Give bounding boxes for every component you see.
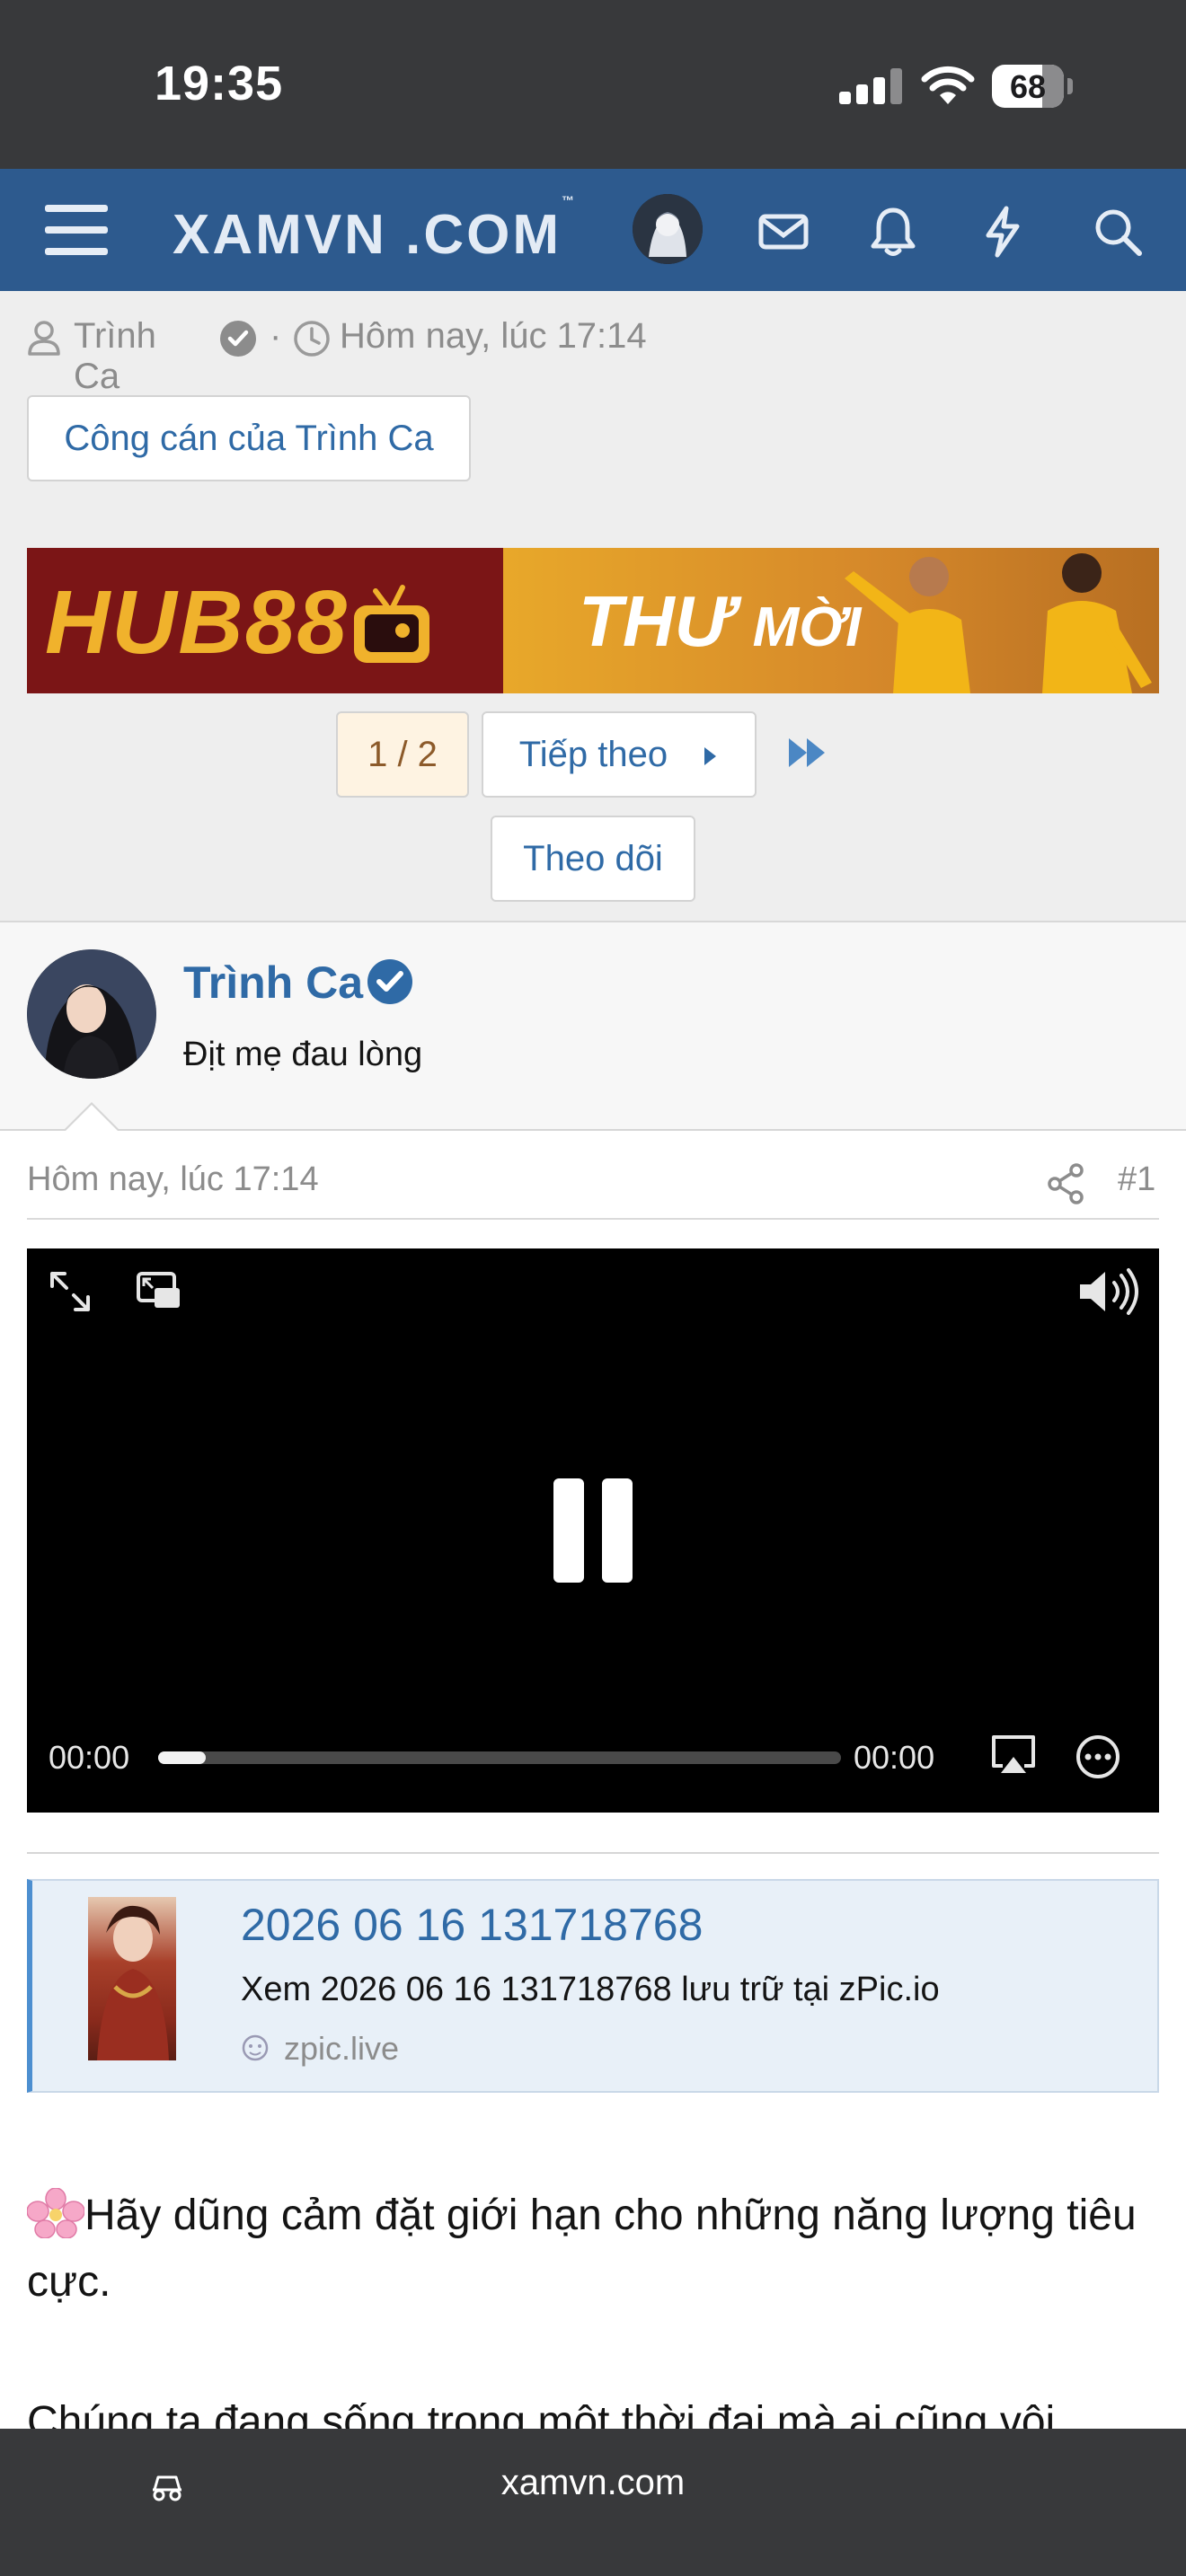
search-icon[interactable] bbox=[1091, 205, 1145, 259]
menu-icon[interactable] bbox=[45, 205, 108, 255]
cherry-blossom-icon bbox=[27, 2188, 84, 2238]
post-body-continued: Chúng ta đang sống trong một thời đại mà… bbox=[27, 2389, 1159, 2429]
link-preview-card[interactable]: 2026 06 16 131718768 Xem 2026 06 16 1317… bbox=[27, 1879, 1159, 2093]
wifi-icon bbox=[921, 66, 975, 104]
more-options-icon[interactable] bbox=[1075, 1734, 1121, 1780]
thread-header-area: Trình Ca · Hôm nay, lúc 17:14 Công cán c… bbox=[0, 291, 1186, 922]
thread-author-link[interactable]: Trình Ca bbox=[74, 316, 156, 397]
verified-badge-icon bbox=[220, 321, 256, 357]
ad-headline-big: THƯ bbox=[579, 581, 733, 661]
post-author-block: Trình Ca Địt mẹ đau lòng bbox=[0, 922, 1186, 1131]
divider bbox=[27, 1218, 1159, 1220]
post-author-title: Địt mẹ đau lòng bbox=[183, 1036, 423, 1073]
meta-separator: · bbox=[270, 316, 282, 356]
ad-players-image bbox=[845, 553, 1152, 693]
picture-in-picture-icon[interactable] bbox=[135, 1268, 183, 1315]
user-avatar[interactable] bbox=[633, 194, 703, 264]
post-body-line: Hãy dũng cảm đặt giới hạn cho những năng… bbox=[27, 2192, 1137, 2306]
logo-trademark: ™ bbox=[562, 193, 575, 208]
ad-banner[interactable]: HUB88 THƯ MỜI bbox=[27, 548, 1159, 693]
address-bar-url[interactable]: xamvn.com bbox=[0, 2463, 1186, 2503]
next-page-label: Tiếp theo bbox=[518, 735, 668, 774]
browser-bottom-bar: xamvn.com bbox=[0, 2429, 1186, 2576]
post-body-line: Chúng ta đang sống trong một thời đại mà… bbox=[27, 2398, 1056, 2429]
battery-level: 68 bbox=[1009, 68, 1047, 105]
tv-mascot-icon bbox=[354, 585, 429, 663]
video-current-time: 00:00 bbox=[49, 1739, 130, 1776]
site-header: XAMVN .COM™ bbox=[0, 169, 1186, 291]
video-scrubber[interactable] bbox=[158, 1751, 841, 1764]
author-pointer bbox=[65, 1105, 119, 1132]
ad-headline: THƯ MỜI bbox=[579, 580, 861, 663]
user-icon bbox=[28, 321, 60, 356]
cellular-signal-icon bbox=[839, 68, 902, 104]
thread-prefix-button[interactable]: Công cán của Trình Ca bbox=[27, 395, 471, 481]
next-page-button[interactable]: Tiếp theo bbox=[482, 711, 757, 798]
last-page-icon[interactable] bbox=[787, 735, 828, 771]
fullscreen-icon[interactable] bbox=[47, 1268, 93, 1315]
page-indicator[interactable]: 1 / 2 bbox=[336, 711, 469, 798]
link-preview-title[interactable]: 2026 06 16 131718768 bbox=[241, 1899, 703, 1951]
logo-name: XAMVN bbox=[173, 204, 387, 266]
verified-badge-icon bbox=[367, 959, 412, 1004]
lightning-icon[interactable] bbox=[976, 205, 1030, 259]
airplay-icon[interactable] bbox=[990, 1734, 1037, 1777]
battery-icon: 68 bbox=[992, 65, 1073, 108]
post-body: Hãy dũng cảm đặt giới hạn cho những năng… bbox=[27, 2183, 1159, 2316]
pause-icon[interactable] bbox=[552, 1477, 634, 1584]
video-player[interactable]: 00:00 00:00 bbox=[27, 1248, 1159, 1813]
mail-icon[interactable] bbox=[757, 205, 810, 259]
divider bbox=[27, 1852, 1159, 1854]
site-favicon-icon bbox=[242, 2034, 269, 2061]
caret-right-icon bbox=[704, 747, 717, 765]
post-number[interactable]: #1 bbox=[1118, 1160, 1155, 1199]
link-preview-thumbnail bbox=[88, 1897, 176, 2060]
thread-date[interactable]: Hôm nay, lúc 17:14 bbox=[340, 316, 647, 357]
link-preview-site: zpic.live bbox=[284, 2030, 400, 2067]
status-time: 19:35 bbox=[155, 57, 284, 110]
follow-button[interactable]: Theo dõi bbox=[491, 816, 695, 902]
ad-brand: HUB88 bbox=[45, 572, 349, 673]
clock-icon bbox=[294, 321, 330, 357]
post-author-name[interactable]: Trình Ca bbox=[183, 957, 363, 1009]
status-bar: 19:35 68 bbox=[0, 0, 1186, 169]
author-avatar[interactable] bbox=[27, 949, 156, 1079]
site-logo[interactable]: XAMVN .COM™ bbox=[173, 193, 574, 267]
bell-icon[interactable] bbox=[866, 205, 920, 259]
volume-icon[interactable] bbox=[1076, 1266, 1139, 1317]
share-icon[interactable] bbox=[1046, 1162, 1085, 1205]
link-preview-description: Xem 2026 06 16 131718768 lưu trữ tại zPi… bbox=[241, 1971, 940, 2008]
post-date[interactable]: Hôm nay, lúc 17:14 bbox=[27, 1160, 319, 1199]
logo-domain: .COM bbox=[405, 204, 562, 266]
video-duration: 00:00 bbox=[854, 1739, 935, 1776]
